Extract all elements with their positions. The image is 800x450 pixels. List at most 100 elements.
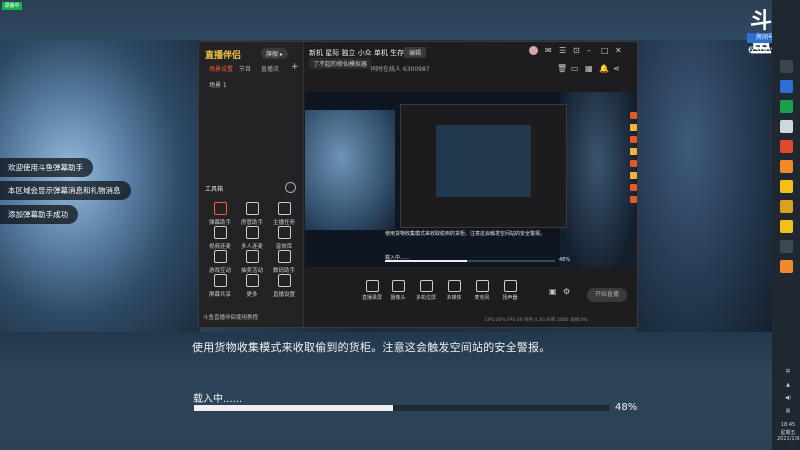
loading-label: 载入中...... bbox=[193, 394, 243, 405]
side-tool-icon[interactable] bbox=[630, 124, 637, 131]
tool-icon bbox=[277, 274, 291, 287]
tool-item[interactable]: 弹幕助手 bbox=[205, 202, 235, 226]
tool-icon bbox=[277, 226, 291, 239]
tool-item[interactable]: 房管助手 bbox=[237, 202, 267, 226]
tool-item[interactable]: 视频连麦 bbox=[205, 226, 235, 250]
language-indicator[interactable]: 中 bbox=[780, 368, 796, 375]
chat-message: 本区域会显示弹幕消息和礼物消息 bbox=[0, 181, 131, 200]
start-live-button[interactable]: 开始直播 bbox=[587, 288, 627, 302]
maximize-icon[interactable]: □ bbox=[601, 46, 609, 55]
tool-item[interactable]: 抽奖活动 bbox=[237, 250, 267, 274]
settings-icon[interactable]: ⚙ bbox=[563, 287, 570, 296]
tool-icon bbox=[245, 274, 259, 287]
minimize-icon[interactable]: – bbox=[587, 46, 591, 55]
tutorial-notice[interactable]: 斗鱼直播伴侣使用教程 bbox=[203, 313, 258, 321]
tray-expand-icon[interactable]: ▲ bbox=[780, 382, 796, 388]
assistant-brand: 直播伴侣 bbox=[205, 51, 242, 61]
chrome-icon[interactable] bbox=[780, 60, 793, 73]
control-label: 摄像头 bbox=[390, 295, 406, 301]
close-icon[interactable]: ✕ bbox=[615, 46, 622, 55]
share-icon[interactable]: ⋖ bbox=[613, 64, 620, 73]
douyu-assistant-icon[interactable] bbox=[780, 260, 793, 273]
tool-item[interactable]: 屏幕共享 bbox=[205, 274, 235, 298]
side-tool-icon[interactable] bbox=[630, 112, 637, 119]
streamer-assistant-window[interactable]: 直播伴侣 旗舰 ▸ 场景设置 节目 直播流 + 场景 1 工具箱 弹幕助手 房管助… bbox=[198, 41, 638, 328]
tool-icon bbox=[245, 250, 259, 263]
chat-message: 欢迎使用斗鱼弹幕助手 bbox=[0, 158, 93, 177]
control-icon bbox=[475, 280, 489, 292]
network-icon[interactable]: ▥ bbox=[780, 408, 796, 414]
edge-icon[interactable] bbox=[780, 80, 793, 93]
edit-title-button[interactable]: 编辑 bbox=[404, 47, 427, 58]
game-scene-right bbox=[636, 40, 772, 340]
avatar[interactable] bbox=[529, 46, 538, 55]
clock-time[interactable]: 18:45 bbox=[780, 422, 796, 428]
trash-icon[interactable]: 🗑 bbox=[557, 64, 567, 73]
preview-scene-right bbox=[560, 92, 635, 267]
control-button[interactable]: 麦克风 bbox=[469, 280, 495, 301]
tool-item[interactable]: 多人连麦 bbox=[237, 226, 267, 250]
tool-icon bbox=[213, 226, 227, 239]
control-button[interactable]: 扬声器 bbox=[497, 280, 523, 301]
tool-item[interactable]: 游戏互动 bbox=[205, 250, 235, 274]
tool-icon bbox=[213, 250, 227, 263]
explorer-icon[interactable] bbox=[780, 120, 793, 133]
control-button[interactable]: 多机位屏 bbox=[413, 280, 439, 301]
control-button[interactable]: 摄像头 bbox=[385, 280, 411, 301]
control-button[interactable]: 直播录屏 bbox=[359, 280, 385, 301]
side-tool-icon[interactable] bbox=[630, 184, 637, 191]
tab-stream[interactable]: 直播流 bbox=[261, 64, 279, 73]
pin-icon[interactable]: ⊡ bbox=[573, 46, 580, 55]
skin-icon[interactable]: ✉ bbox=[545, 46, 552, 55]
menu-icon[interactable]: ☰ bbox=[559, 46, 566, 55]
control-label: 多机位屏 bbox=[415, 295, 436, 301]
tool-icon bbox=[277, 250, 291, 263]
camera-icon[interactable]: ▣ bbox=[549, 287, 557, 296]
tool-icon bbox=[245, 202, 259, 215]
control-icon bbox=[447, 280, 461, 292]
tool-icon bbox=[245, 226, 259, 239]
tool-item[interactable]: 更多 bbox=[237, 274, 267, 298]
recording-badge: 录播中 bbox=[2, 2, 22, 10]
assistant-sidebar: 直播伴侣 旗舰 ▸ 场景设置 节目 直播流 + 场景 1 工具箱 弹幕助手 房管助… bbox=[199, 42, 304, 327]
preview-progress-fill bbox=[385, 260, 467, 262]
bell-icon[interactable]: 🔔 bbox=[599, 64, 609, 73]
live-title[interactable]: 新机 星际 独立 小众 单机 生存! bbox=[309, 48, 407, 58]
side-tool-icon[interactable] bbox=[630, 148, 637, 155]
tool-icon bbox=[213, 202, 227, 215]
add-tab-icon[interactable]: + bbox=[291, 62, 299, 72]
toolbox-settings-icon[interactable] bbox=[285, 182, 296, 193]
side-tool-icon[interactable] bbox=[630, 172, 637, 179]
tool-item[interactable]: 直播设置 bbox=[269, 274, 299, 298]
tab-scene[interactable]: 场景设置 bbox=[209, 64, 233, 73]
screen-icon[interactable]: ▭ bbox=[571, 64, 579, 73]
side-tool-icon[interactable] bbox=[630, 160, 637, 167]
control-button[interactable]: 多媒体 bbox=[441, 280, 467, 301]
loading-percent: 48% bbox=[615, 402, 638, 413]
app-icon[interactable] bbox=[780, 240, 793, 253]
app-icon[interactable] bbox=[780, 200, 793, 213]
tool-item[interactable]: 数码助手 bbox=[269, 250, 299, 274]
preview-nested-window bbox=[400, 104, 567, 228]
app-icon[interactable] bbox=[780, 140, 793, 153]
calendar-icon[interactable]: ▦ bbox=[585, 64, 593, 73]
game-background-top bbox=[0, 0, 772, 40]
app-icon[interactable] bbox=[780, 100, 793, 113]
chat-message: 添加弹幕助手成功 bbox=[0, 205, 78, 224]
side-tool-icon[interactable] bbox=[630, 136, 637, 143]
tool-item[interactable]: 音效库 bbox=[269, 226, 299, 250]
app-icon[interactable] bbox=[780, 180, 793, 193]
app-icon[interactable] bbox=[780, 160, 793, 173]
category-tag[interactable]: 了不起的修仙模拟器 bbox=[309, 58, 372, 69]
version-badge[interactable]: 旗舰 ▸ bbox=[261, 48, 288, 59]
loading-progress-fill bbox=[194, 405, 394, 411]
tool-item[interactable]: 主播任务 bbox=[269, 202, 299, 226]
side-tool-icon[interactable] bbox=[630, 196, 637, 203]
volume-icon[interactable]: ◀) bbox=[780, 395, 796, 401]
story-text: 使用货物收集模式来收取偷到的货柜。注意这会触发空间站的安全警报。 bbox=[192, 341, 551, 354]
control-icon bbox=[503, 280, 517, 292]
stream-preview[interactable]: 使用货物收集模式来收取偷到的货柜。注意这会触发空间站的安全警报。 载入中....… bbox=[305, 92, 635, 267]
app-icon[interactable] bbox=[780, 220, 793, 233]
tab-program[interactable]: 节目 bbox=[239, 64, 251, 73]
scene-item[interactable]: 场景 1 bbox=[209, 80, 227, 89]
